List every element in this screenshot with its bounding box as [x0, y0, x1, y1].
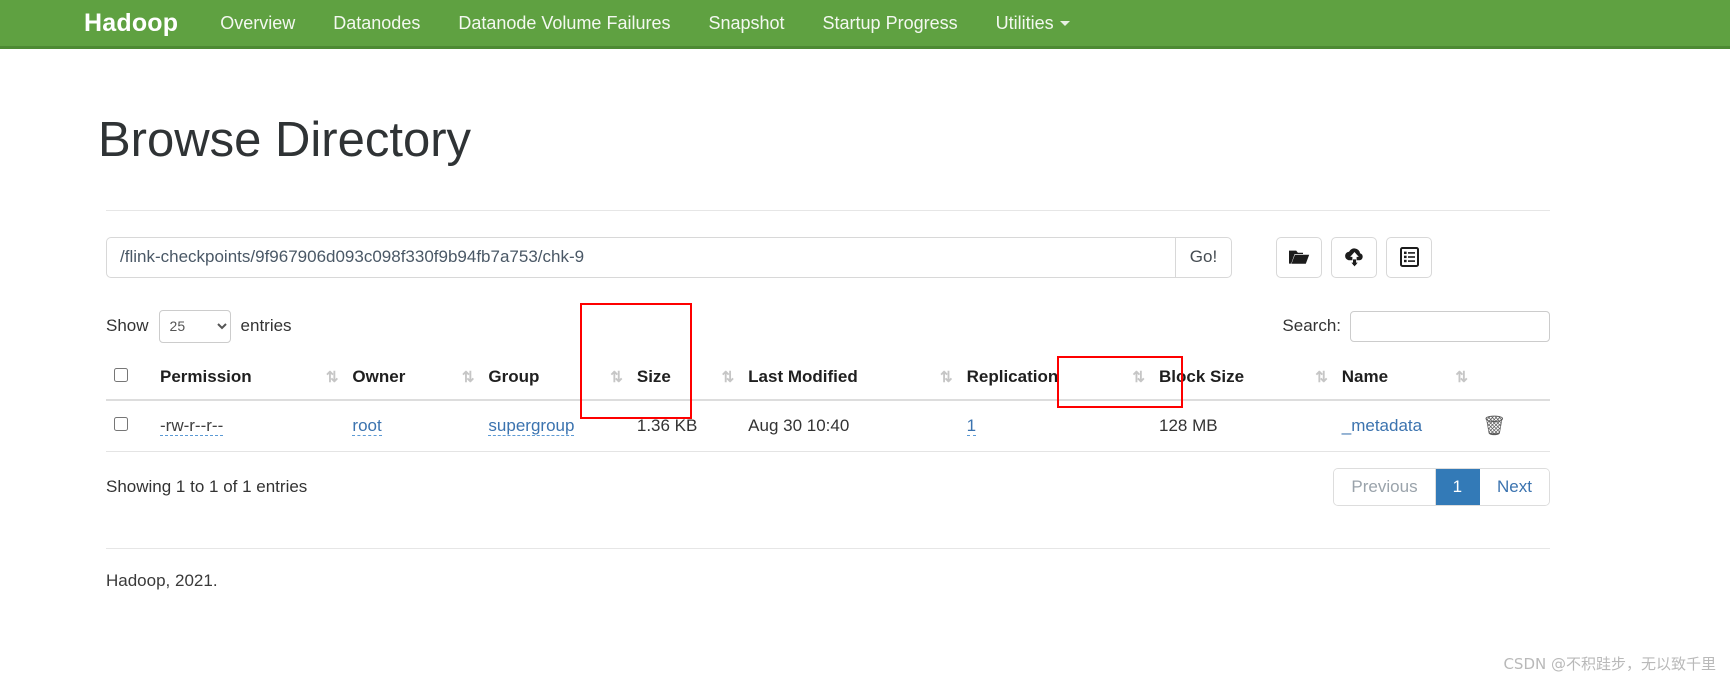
entries-label: entries [240, 316, 292, 336]
row-select-cell[interactable] [106, 399, 152, 452]
cell-group: supergroup [480, 399, 629, 452]
column-header-size-label: Size [636, 366, 671, 386]
cell-replication: 1 [958, 399, 1151, 452]
cell-name: _metadata [1333, 399, 1474, 452]
file-listing-table: Permission ⇅ Owner ⇅ Group ⇅ Size ⇅ Last… [106, 356, 1550, 452]
path-action-buttons [1276, 236, 1432, 278]
cell-last-modified: Aug 30 10:40 [740, 399, 959, 452]
cell-actions: 🗑 [1474, 399, 1550, 452]
replication-value[interactable]: 1 [966, 415, 977, 436]
select-all-checkbox[interactable] [114, 367, 128, 382]
table-head: Permission ⇅ Owner ⇅ Group ⇅ Size ⇅ Last… [106, 356, 1550, 401]
group-value[interactable]: supergroup [488, 415, 575, 436]
cell-block-size: 128 MB [1150, 399, 1334, 452]
sort-both-icon: ⇅ [940, 368, 953, 386]
file-name-link[interactable]: _metadata [1342, 416, 1422, 435]
column-header-actions [1474, 356, 1550, 401]
show-label: Show [106, 316, 149, 336]
pagination-next[interactable]: Next [1480, 468, 1549, 505]
search-input[interactable] [1350, 310, 1550, 342]
column-header-name[interactable]: Name ⇅ [1333, 356, 1474, 401]
top-navbar: Hadoop Overview Datanodes Datanode Volum… [0, 0, 1730, 49]
nav-item-utilities[interactable]: Utilities [996, 13, 1070, 34]
column-header-group[interactable]: Group ⇅ [480, 356, 629, 401]
nav-item-overview[interactable]: Overview [220, 13, 295, 34]
column-header-replication-label: Replication [966, 366, 1059, 386]
search-control: Search: [1282, 310, 1550, 342]
cell-owner: root [344, 399, 481, 452]
upload-files-button[interactable] [1331, 236, 1377, 278]
brand-logo[interactable]: Hadoop [84, 9, 178, 38]
directory-path-input[interactable] [106, 236, 1175, 278]
sort-both-icon: ⇅ [325, 368, 339, 386]
path-input-group: Go! [106, 236, 1232, 278]
sort-both-icon: ⇅ [1132, 368, 1145, 386]
sort-both-icon: ⇅ [721, 368, 735, 386]
nav-item-snapshot[interactable]: Snapshot [708, 13, 784, 34]
sort-both-icon: ⇅ [1455, 368, 1468, 386]
column-header-block-size[interactable]: Block Size ⇅ [1150, 356, 1334, 401]
column-header-name-label: Name [1341, 366, 1389, 386]
cell-permission: -rw-r--r-- [152, 399, 345, 452]
entries-per-page-select[interactable]: 25 [158, 309, 231, 343]
sort-both-icon: ⇅ [461, 368, 475, 386]
cell-size: 1.36 KB [628, 399, 741, 452]
column-header-last-modified-label: Last Modified [748, 366, 858, 386]
column-header-replication[interactable]: Replication ⇅ [958, 356, 1151, 401]
table-footer: Showing 1 to 1 of 1 entries Previous 1 N… [106, 467, 1550, 506]
cloud-upload-icon [1343, 248, 1366, 267]
trash-icon[interactable]: 🗑 [1482, 416, 1506, 437]
owner-value[interactable]: root [352, 415, 382, 436]
sort-both-icon: ⇅ [1315, 368, 1328, 386]
row-checkbox[interactable] [114, 416, 128, 431]
nav-item-datanodes[interactable]: Datanodes [333, 13, 420, 34]
nav-item-utilities-label: Utilities [995, 12, 1054, 33]
column-header-size[interactable]: Size ⇅ [628, 356, 741, 401]
showing-entries-info: Showing 1 to 1 of 1 entries [106, 476, 308, 496]
table-row: -rw-r--r-- root supergroup 1.36 KB Aug 3… [106, 399, 1550, 452]
column-header-permission[interactable]: Permission ⇅ [152, 356, 345, 401]
column-header-select-all[interactable] [106, 356, 152, 401]
nav-item-datanode-volume-failures[interactable]: Datanode Volume Failures [458, 13, 670, 34]
go-button[interactable]: Go! [1175, 236, 1232, 278]
show-entries-control: Show 25 entries [106, 309, 302, 343]
sort-both-icon: ⇅ [610, 368, 623, 386]
pagination-page-1[interactable]: 1 [1435, 468, 1481, 505]
page-title: Browse Directory [98, 113, 472, 167]
column-header-block-size-label: Block Size [1158, 366, 1245, 386]
footer-divider [106, 547, 1550, 549]
pagination: Previous 1 Next [1333, 467, 1550, 506]
open-folder-icon [1288, 248, 1310, 266]
table-controls-row: Show 25 entries Search: [106, 309, 1550, 343]
search-label: Search: [1282, 316, 1341, 336]
table-body: -rw-r--r-- root supergroup 1.36 KB Aug 3… [106, 399, 1550, 452]
list-clipboard-icon [1399, 247, 1419, 268]
column-header-owner[interactable]: Owner ⇅ [344, 356, 481, 401]
column-header-group-label: Group [488, 366, 540, 386]
table-header-row: Permission ⇅ Owner ⇅ Group ⇅ Size ⇅ Last… [106, 356, 1550, 401]
caret-down-icon [1059, 21, 1070, 27]
column-header-permission-label: Permission [160, 366, 252, 386]
permission-value[interactable]: -rw-r--r-- [160, 415, 224, 436]
column-header-last-modified[interactable]: Last Modified ⇅ [740, 356, 959, 401]
open-folder-button[interactable] [1276, 236, 1322, 278]
path-bar-row: Go! [106, 236, 1550, 278]
column-header-owner-label: Owner [352, 366, 406, 386]
nav-item-startup-progress[interactable]: Startup Progress [823, 13, 958, 34]
watermark-text: CSDN @不积跬步，无以致千里 [1503, 655, 1716, 673]
footer-copyright: Hadoop, 2021. [106, 570, 218, 590]
pagination-previous[interactable]: Previous [1334, 468, 1436, 505]
cut-paste-button[interactable] [1386, 236, 1432, 278]
title-divider [106, 209, 1550, 211]
